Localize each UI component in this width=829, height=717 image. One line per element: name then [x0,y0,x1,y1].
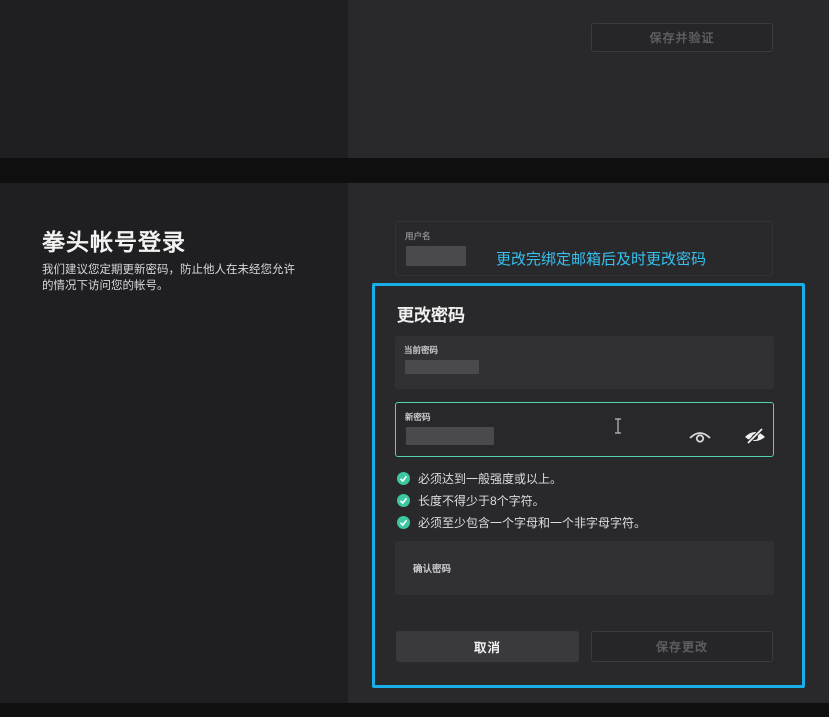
redacted-username [406,246,466,266]
riot-account-left-panel [0,183,348,703]
annotation-highlight-box [372,283,805,688]
section-title: 拳头帐号登录 [42,229,186,255]
annotation-text: 更改完绑定邮箱后及时更改密码 [496,250,707,268]
save-and-verify-button[interactable]: 保存并验证 [591,23,773,52]
username-label: 用户名 [405,231,431,241]
section-description: 我们建议您定期更新密码，防止他人在未经您允许的情况下访问您的帐号。 [42,264,295,292]
top-section-left-panel [0,0,348,158]
